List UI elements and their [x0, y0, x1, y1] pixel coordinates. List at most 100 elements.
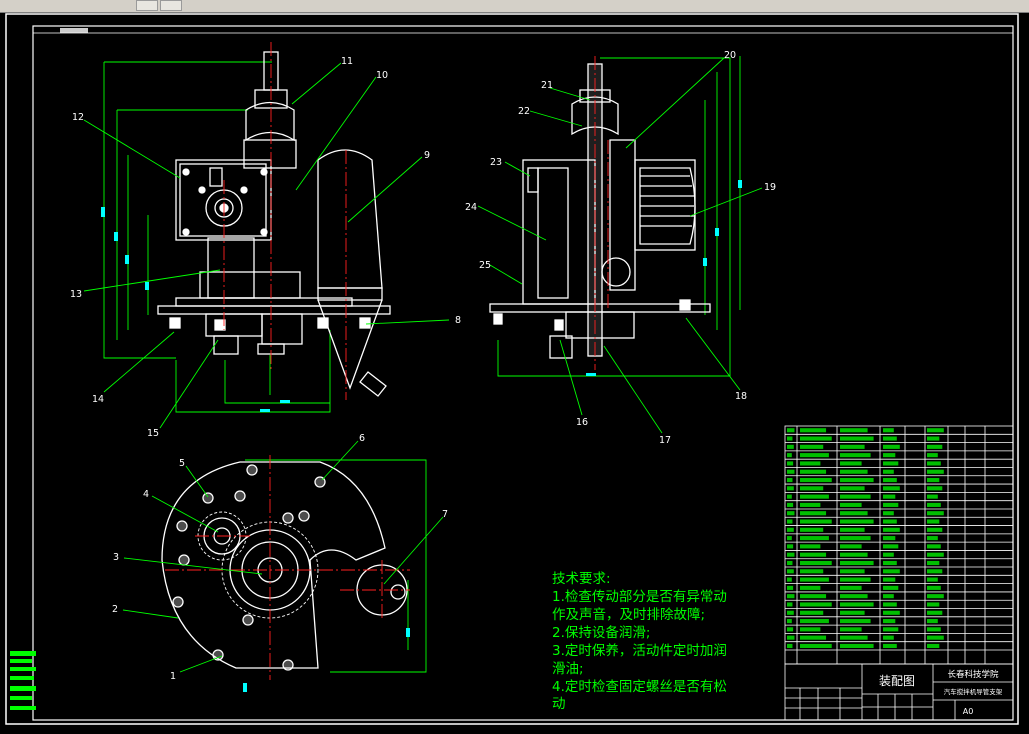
parts-cell-mark	[787, 643, 793, 648]
parts-cell-mark	[787, 453, 792, 458]
toolbar-button-properties[interactable]	[160, 0, 182, 11]
callout-13: 13	[70, 289, 82, 300]
parts-cell-mark	[800, 585, 821, 590]
parts-cell-mark	[840, 519, 874, 524]
parts-cell-mark	[800, 536, 829, 541]
parts-cell-mark	[787, 494, 792, 499]
parts-cell-mark	[787, 527, 794, 532]
school-name: 长春科技学院	[947, 669, 999, 680]
parts-cell-mark	[927, 602, 940, 607]
parts-cell-mark	[800, 635, 827, 640]
parts-cell-mark	[787, 536, 792, 541]
callout-14: 14	[92, 394, 104, 405]
parts-cell-mark	[800, 461, 821, 466]
parts-cell-mark	[840, 536, 871, 541]
tech-title: 技术要求:	[552, 571, 611, 587]
parts-cell-mark	[883, 569, 900, 574]
parts-cell-mark	[800, 511, 827, 516]
callout-10: 10	[376, 70, 388, 81]
parts-cell-mark	[840, 552, 868, 557]
parts-cell-mark	[840, 502, 862, 507]
sheet-size: A0	[963, 707, 974, 716]
parts-cell-mark	[927, 477, 940, 483]
parts-cell-mark	[927, 511, 944, 516]
parts-cell-mark	[927, 594, 944, 599]
parts-cell-mark	[800, 436, 832, 441]
parts-cell-mark	[840, 594, 868, 599]
parts-cell-mark	[883, 577, 896, 582]
tech-line-1: 1.检查传动部分是否有异常动	[552, 589, 727, 605]
parts-cell-mark	[840, 627, 862, 632]
parts-cell-mark	[927, 560, 940, 566]
parts-cell-mark	[840, 643, 874, 648]
callout-23: 23	[490, 157, 502, 168]
parts-cell-mark	[840, 619, 871, 624]
parts-cell-mark	[800, 453, 829, 458]
callout-19: 19	[764, 182, 776, 193]
tech-line-5: 滑油;	[552, 661, 584, 677]
callout-8: 8	[455, 315, 461, 326]
parts-cell-mark	[787, 486, 794, 491]
cad-drawing-canvas: 1 2 3 4 5 6 7 8 9 10 11 12 13 14 15 16 1…	[5, 13, 1019, 725]
parts-cell-mark	[883, 477, 897, 483]
callout-12: 12	[72, 112, 84, 123]
parts-cell-mark	[883, 444, 900, 449]
parts-cell-mark	[787, 502, 794, 507]
parts-cell-mark	[927, 635, 944, 640]
drawing-subtitle: 汽车搅拌机导管支架	[944, 687, 1003, 696]
parts-cell-mark	[927, 428, 944, 433]
parts-cell-mark	[787, 569, 794, 574]
parts-cell-mark	[787, 511, 795, 516]
tech-requirements: 技术要求: 1.检查传动部分是否有异常动 作及声音，及时排除故障; 2.保持设备…	[552, 571, 727, 712]
parts-cell-mark	[883, 436, 897, 441]
callout-2: 2	[112, 604, 118, 615]
callout-25: 25	[479, 260, 491, 271]
parts-cell-mark	[787, 594, 795, 599]
top-view	[161, 459, 427, 692]
toolbar-button-layer[interactable]	[136, 0, 158, 11]
parts-cell-mark	[927, 619, 938, 624]
parts-cell-mark	[883, 552, 894, 557]
callout-1: 1	[170, 671, 176, 682]
tech-line-2: 作及声音，及时排除故障;	[552, 606, 705, 623]
parts-cell-mark	[787, 469, 795, 474]
parts-cell-mark	[883, 494, 896, 499]
parts-cell-mark	[883, 619, 896, 624]
parts-cell-mark	[927, 569, 943, 574]
callout-22: 22	[518, 106, 530, 117]
parts-cell-mark	[840, 436, 874, 441]
parts-cell-mark	[800, 469, 827, 474]
parts-cell-mark	[840, 544, 862, 549]
parts-cell-mark	[883, 544, 899, 549]
parts-list-fill	[787, 428, 944, 648]
title-block-text: 装配图 长春科技学院 汽车搅拌机导管支架 A0	[879, 669, 1003, 716]
parts-cell-mark	[883, 560, 897, 566]
parts-cell-mark	[883, 527, 900, 532]
parts-cell-mark	[787, 428, 795, 433]
parts-cell-mark	[840, 453, 871, 458]
parts-cell-mark	[840, 494, 871, 499]
parts-cell-mark	[840, 444, 865, 449]
parts-cell-mark	[787, 519, 793, 524]
parts-cell-mark	[927, 486, 943, 491]
parts-cell-mark	[840, 461, 862, 466]
parts-cell-mark	[927, 552, 944, 557]
callout-5: 5	[179, 458, 185, 469]
parts-cell-mark	[840, 635, 868, 640]
sheet-border	[5, 13, 1019, 725]
callout-17: 17	[659, 435, 671, 446]
parts-cell-mark	[787, 610, 794, 615]
parts-cell-mark	[840, 585, 862, 590]
parts-cell-mark	[927, 461, 941, 466]
parts-cell-mark	[840, 477, 874, 483]
callout-16: 16	[576, 417, 588, 428]
parts-cell-mark	[800, 494, 829, 499]
parts-cell-mark	[787, 560, 793, 566]
parts-cell-mark	[787, 477, 793, 483]
parts-cell-mark	[800, 602, 832, 607]
parts-cell-mark	[800, 527, 824, 532]
parts-cell-mark	[800, 428, 827, 433]
parts-cell-mark	[840, 486, 865, 491]
parts-cell-mark	[840, 428, 868, 433]
parts-cell-mark	[800, 444, 824, 449]
